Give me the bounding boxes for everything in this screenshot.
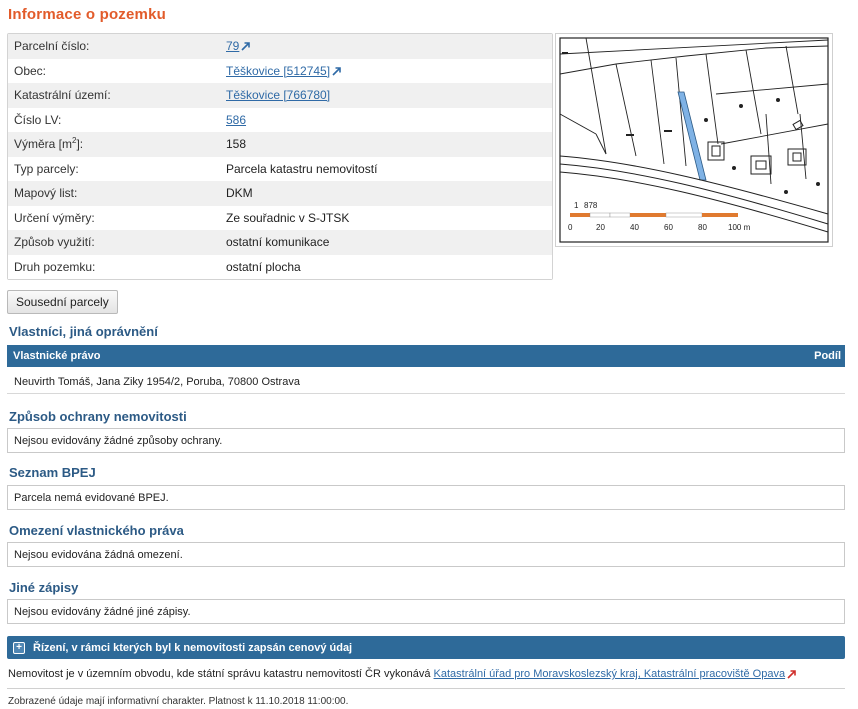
vymera-label-pre: Výměra [m bbox=[14, 137, 73, 151]
owners-col-right: Vlastnické právo bbox=[13, 350, 101, 362]
info-label: Číslo LV: bbox=[14, 112, 62, 127]
info-label: Způsob využití: bbox=[14, 235, 95, 249]
info-value: ostatní komunikace bbox=[226, 235, 330, 249]
info-value: 158 bbox=[226, 137, 247, 151]
info-value: Těškovice [512745] bbox=[226, 59, 552, 84]
footer-validity: Zobrazené údaje mají informativní charak… bbox=[8, 696, 349, 707]
footer-text: Nemovitost je v územním obvodu, kde stát… bbox=[8, 668, 434, 680]
scale-label: 60 bbox=[664, 223, 673, 232]
table-row: Neuvirth Tomáš, Jana Ziky 1954/2, Poruba… bbox=[7, 370, 845, 394]
footer-authority: Nemovitost je v územním obvodu, kde stát… bbox=[8, 668, 796, 680]
parcel-number-link[interactable]: 79 bbox=[226, 39, 239, 53]
external-link-icon[interactable] bbox=[241, 42, 251, 51]
info-value: Parcela katastru nemovitostí bbox=[226, 161, 378, 176]
external-link-icon[interactable] bbox=[787, 669, 796, 679]
svg-text:1: 1 bbox=[574, 201, 579, 210]
info-row-typ-parcely: Typ parcely: Parcela katastru nemovitost… bbox=[8, 156, 552, 181]
info-row-obec: Obec: Těškovice [512745] bbox=[8, 58, 552, 84]
info-row-katastralni-uzemi: Katastrální území: Těškovice [766780] bbox=[8, 83, 552, 108]
page-title: Informace o pozemku bbox=[8, 6, 166, 23]
ochrana-box: Nejsou evidovány žádné způsoby ochrany. bbox=[7, 428, 845, 453]
info-value: ostatní plocha bbox=[226, 259, 301, 274]
cadastral-map-drawing: 1 878 0 20 40 60 80 100 m bbox=[559, 37, 829, 243]
owners-col-share: Podíl bbox=[814, 350, 841, 362]
plus-icon[interactable]: + bbox=[13, 641, 25, 654]
bpej-heading: Seznam BPEJ bbox=[9, 465, 96, 480]
map-parcel-label: 878 bbox=[584, 201, 598, 210]
info-label: Určení výměry: bbox=[14, 210, 95, 225]
info-label: Parcelní číslo: bbox=[14, 39, 90, 53]
vymera-label-post: ]: bbox=[76, 137, 84, 151]
cadastral-map[interactable]: 1 878 0 20 40 60 80 100 m bbox=[555, 33, 833, 247]
info-row-parcelni-cislo: Parcelní číslo: 79 bbox=[8, 34, 552, 59]
info-row-cislo-lv: Číslo LV: 586 bbox=[8, 107, 552, 133]
info-row-druh-pozemku: Druh pozemku: ostatní plocha bbox=[8, 254, 552, 279]
jine-heading: Jiné zápisy bbox=[9, 580, 79, 595]
neighbor-parcels-button[interactable]: Sousední parcely bbox=[7, 290, 118, 314]
bpej-box: Parcela nemá evidované BPEJ. bbox=[7, 485, 845, 510]
scale-label: 80 bbox=[698, 223, 707, 232]
katastralni-urad-link[interactable]: Katastrální úřad pro Moravskoslezský kra… bbox=[434, 668, 786, 680]
info-value: DKM bbox=[226, 186, 253, 200]
info-value: 586 bbox=[226, 108, 552, 133]
katastralni-uzemi-link[interactable]: Těškovice [766780] bbox=[226, 88, 330, 102]
owners-table-header: Vlastnické právo Podíl bbox=[7, 345, 845, 367]
info-value: Těškovice [766780] bbox=[226, 83, 552, 108]
info-row-vymera: Výměra [m2]: 158 bbox=[8, 132, 552, 157]
info-label: Katastrální území: bbox=[14, 88, 111, 102]
scale-label: 40 bbox=[630, 223, 639, 232]
parcel-info-table: Parcelní číslo: 79 Obec: Těškovice [5127… bbox=[7, 33, 553, 280]
info-label: Druh pozemku: bbox=[14, 259, 96, 274]
info-row-urceni-vymery: Určení výměry: Ze souřadnic v S-JTSK bbox=[8, 205, 552, 230]
info-label: Obec: bbox=[14, 63, 47, 78]
lv-number-link[interactable]: 586 bbox=[226, 113, 246, 127]
info-label: Mapový list: bbox=[14, 186, 78, 200]
rizeni-expander[interactable]: + Řízení, v rámci kterých byl k nemovito… bbox=[7, 636, 845, 659]
scale-label: 0 bbox=[568, 223, 573, 232]
owners-heading: Vlastníci, jiná oprávnění bbox=[9, 324, 158, 339]
external-link-icon[interactable] bbox=[332, 67, 341, 76]
info-row-mapovy-list: Mapový list: DKM bbox=[8, 181, 552, 206]
info-row-zpusob-vyuziti: Způsob využití: ostatní komunikace bbox=[8, 230, 552, 255]
footer-divider bbox=[7, 688, 845, 689]
info-value: 79 bbox=[226, 34, 552, 59]
scale-label: 100 m bbox=[728, 223, 751, 232]
info-label: Typ parcely: bbox=[14, 161, 79, 176]
omezeni-heading: Omezení vlastnického práva bbox=[9, 523, 184, 538]
obec-link[interactable]: Těškovice [512745] bbox=[226, 64, 330, 78]
ochrana-heading: Způsob ochrany nemovitosti bbox=[9, 409, 187, 424]
scale-label: 20 bbox=[596, 223, 605, 232]
info-value: Ze souřadnic v S-JTSK bbox=[226, 210, 350, 225]
info-label: Výměra [m2]: bbox=[8, 132, 226, 157]
jine-box: Nejsou evidovány žádné jiné zápisy. bbox=[7, 599, 845, 624]
omezeni-box: Nejsou evidována žádná omezení. bbox=[7, 542, 845, 567]
rizeni-label: Řízení, v rámci kterých byl k nemovitost… bbox=[33, 641, 353, 654]
